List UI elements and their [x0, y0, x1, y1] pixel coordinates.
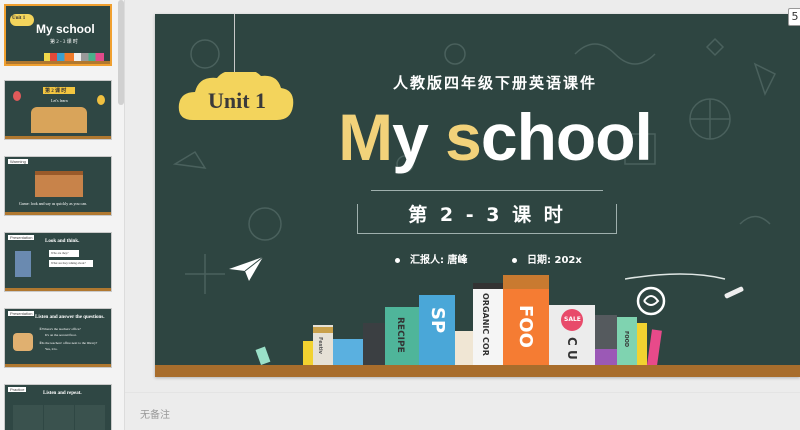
book-yellow — [637, 323, 647, 365]
thumbnail-scrollbar[interactable] — [118, 0, 124, 105]
thumb-books — [44, 53, 104, 61]
slide-canvas[interactable]: Unit 1 人教版四年级下册英语课件 My school 第 2 - 3 课 … — [155, 14, 800, 377]
thumb-unit-label: Unit 1 — [12, 16, 26, 21]
thumb-text: Listen and answer the questions. — [35, 315, 105, 320]
thumb-tag: Warming — [8, 159, 28, 164]
thumb-tag: Presentation — [8, 235, 35, 240]
thumb-q1: ①Where's the teachers' office? — [39, 327, 81, 331]
title-letter-s: s — [445, 100, 482, 174]
thumb-q2: What are they talking about? — [51, 261, 86, 265]
thumb-q1: Who are they? — [51, 251, 69, 255]
thumb-balloon — [97, 95, 105, 105]
book-gray — [595, 315, 617, 365]
book-cream — [455, 331, 473, 365]
thumbnail-slide-5[interactable]: Presentation Listen and answer the quest… — [4, 308, 112, 368]
book-food: FOO — [503, 275, 549, 365]
chalk-swoosh — [625, 273, 726, 316]
book-food-small: FOOD — [617, 317, 637, 365]
thumb-tag: Presentation — [8, 311, 35, 316]
book-blue — [333, 339, 363, 365]
thumb-text: Listen and repeat. — [43, 391, 82, 396]
book-sp: SP — [419, 295, 455, 365]
thumb-a1: It's on the second floor. — [45, 333, 77, 337]
hanging-string — [234, 14, 235, 72]
book-festiv: Festiv — [313, 325, 333, 365]
slide-title: My school — [325, 102, 665, 172]
thumb-balloon — [13, 91, 21, 101]
paper-plane-icon — [229, 257, 264, 281]
thumb-banner: 第 2 课 时 — [45, 89, 67, 94]
slide-thumbnail-panel: Unit 1 My school 第 2 - 3 课 时 第 2 课 时 Let… — [0, 0, 125, 430]
thumb-tag: Practice — [8, 387, 27, 392]
book-sale: SALE C U — [549, 305, 595, 365]
thumb-illustration — [13, 333, 33, 351]
thumbnail-slide-4[interactable]: Presentation Look and think. Who are the… — [4, 232, 112, 292]
title-part-1: y — [392, 100, 446, 174]
presentation-app: Unit 1 My school 第 2 - 3 课 时 第 2 课 时 Let… — [0, 0, 800, 430]
thumb-q2: ②Is the teachers' office next to the lib… — [39, 341, 98, 345]
book-dark — [363, 323, 385, 365]
lesson-label: 第 2 - 3 课 时 — [408, 204, 566, 226]
thumb-school-illustration — [35, 175, 83, 197]
thumb-text: Look and think. — [45, 239, 80, 244]
book-recipe: RECIPE — [385, 307, 419, 365]
title-part-2: chool — [480, 100, 653, 174]
unit-label: Unit 1 — [207, 88, 267, 113]
thumb-title: My school — [36, 22, 95, 36]
thumbnail-slide-3[interactable]: Warming Game: look and say as quickly as… — [4, 156, 112, 216]
thumb-illustration — [15, 251, 31, 277]
thumb-a2: Yes, it is. — [45, 347, 58, 351]
thumbnail-slide-1[interactable]: Unit 1 My school 第 2 - 3 课 时 — [4, 4, 112, 66]
thumb-sub: Let's learn — [51, 98, 68, 103]
thumb-lesson: 第 2 - 3 课 时 — [50, 40, 78, 45]
title-letter-m: M — [338, 100, 393, 174]
notes-divider — [125, 392, 800, 393]
slide-number-button[interactable]: 5 — [788, 8, 800, 26]
thumbnail-slide-6[interactable]: Practice Listen and repeat. — [4, 384, 112, 430]
thumbnail-slide-2[interactable]: 第 2 课 时 Let's learn — [4, 80, 112, 140]
date-label: 日期: 202x — [512, 251, 582, 266]
reporter-label: 汇报人: 唐峰 — [395, 251, 467, 266]
thumb-dialog-grid — [13, 405, 105, 430]
notes-placeholder[interactable]: 无备注 — [140, 406, 170, 421]
thumb-kids-illustration — [31, 107, 87, 133]
wooden-shelf — [155, 365, 800, 377]
slide-subtitle: 人教版四年级下册英语课件 — [392, 74, 597, 92]
book-organic: ORGANIC COR — [473, 283, 503, 365]
thumb-text: Game: look and say as quickly as you can… — [19, 201, 88, 206]
